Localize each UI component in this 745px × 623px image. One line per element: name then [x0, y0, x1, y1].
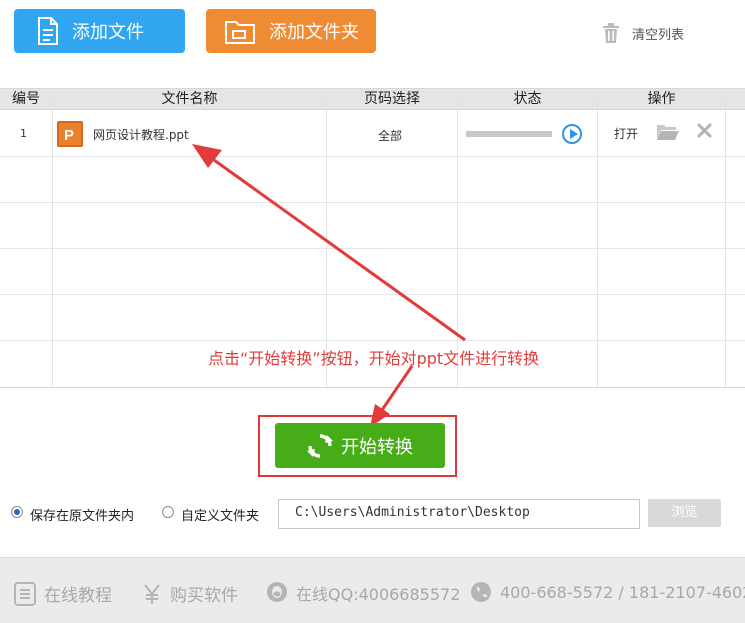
phone-icon	[471, 582, 491, 602]
qq-icon	[267, 582, 287, 602]
footer-phone-label: 400-668-5572 / 181-2107-4602	[500, 582, 745, 602]
radio-original-folder[interactable]	[11, 506, 23, 518]
radio-custom-folder-label[interactable]: 自定义文件夹	[181, 505, 259, 524]
footer-buy-link[interactable]: 购买软件	[142, 581, 238, 606]
annotation-text: 点击“开始转换”按钮，开始对ppt文件进行转换	[208, 349, 540, 368]
yen-icon	[144, 583, 160, 604]
radio-custom-folder[interactable]	[162, 506, 174, 518]
output-path-input[interactable]: C:\Users\Administrator\Desktop	[278, 499, 640, 529]
start-convert-label: 开始转换	[341, 436, 413, 458]
footer-qq-link[interactable]: 在线QQ:4006685572	[266, 581, 460, 605]
footer-phone: 400-668-5572 / 181-2107-4602	[470, 581, 745, 603]
footer-tutorial-link[interactable]: 在线教程	[14, 581, 112, 606]
footer-tutorial-label: 在线教程	[44, 586, 112, 606]
refresh-icon	[307, 433, 333, 458]
start-convert-button[interactable]: 开始转换	[275, 423, 445, 468]
footer-qq-label: 在线QQ:4006685572	[296, 585, 461, 604]
footer-buy-label: 购买软件	[170, 586, 238, 606]
radio-original-folder-label[interactable]: 保存在原文件夹内	[30, 505, 134, 524]
book-icon	[14, 581, 36, 606]
browse-button[interactable]: 浏览	[648, 499, 721, 527]
